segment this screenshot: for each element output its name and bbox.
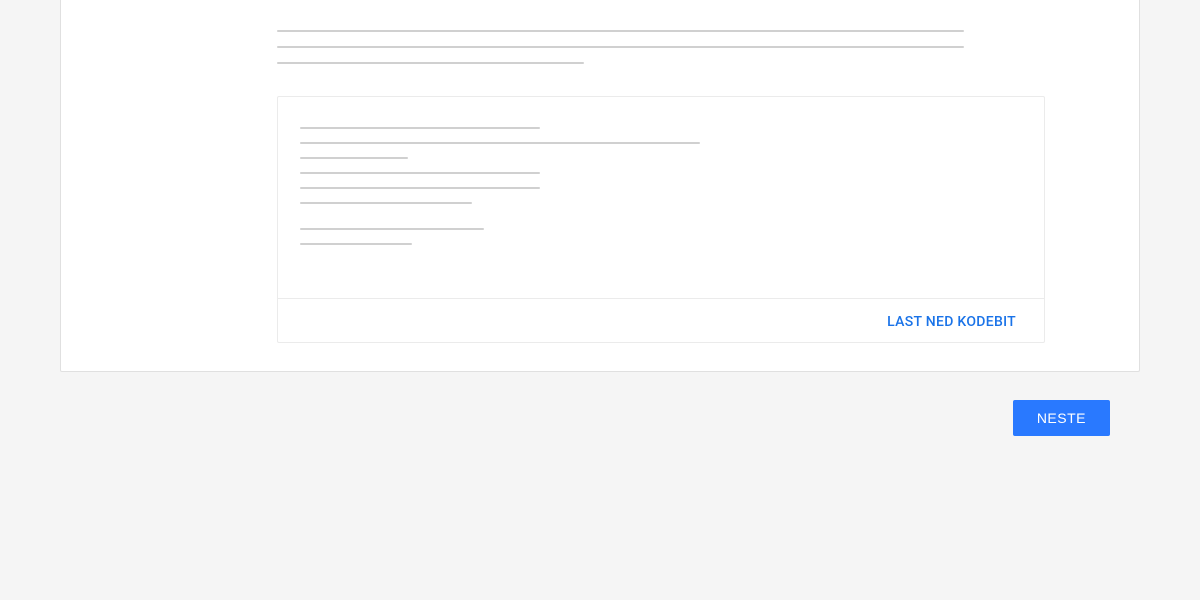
placeholder-line [300, 187, 540, 189]
code-snippet-box: LAST NED KODEBIT [277, 96, 1045, 343]
placeholder-line [277, 46, 964, 48]
placeholder-line [277, 30, 964, 32]
content-card: LAST NED KODEBIT [60, 0, 1140, 372]
placeholder-line [300, 243, 412, 245]
footer-actions: NESTE [0, 400, 1110, 436]
placeholder-line [277, 62, 584, 64]
placeholder-line [300, 157, 408, 159]
description-placeholder [277, 30, 1071, 64]
placeholder-line [300, 172, 540, 174]
placeholder-line [300, 127, 540, 129]
placeholder-line [300, 202, 472, 204]
code-snippet-content [278, 97, 1044, 298]
placeholder-line [300, 228, 484, 230]
content-area: LAST NED KODEBIT [61, 0, 1139, 343]
download-snippet-link[interactable]: LAST NED KODEBIT [887, 314, 1016, 330]
next-button[interactable]: NESTE [1013, 400, 1110, 436]
placeholder-line [300, 142, 700, 144]
code-snippet-footer: LAST NED KODEBIT [278, 298, 1044, 342]
